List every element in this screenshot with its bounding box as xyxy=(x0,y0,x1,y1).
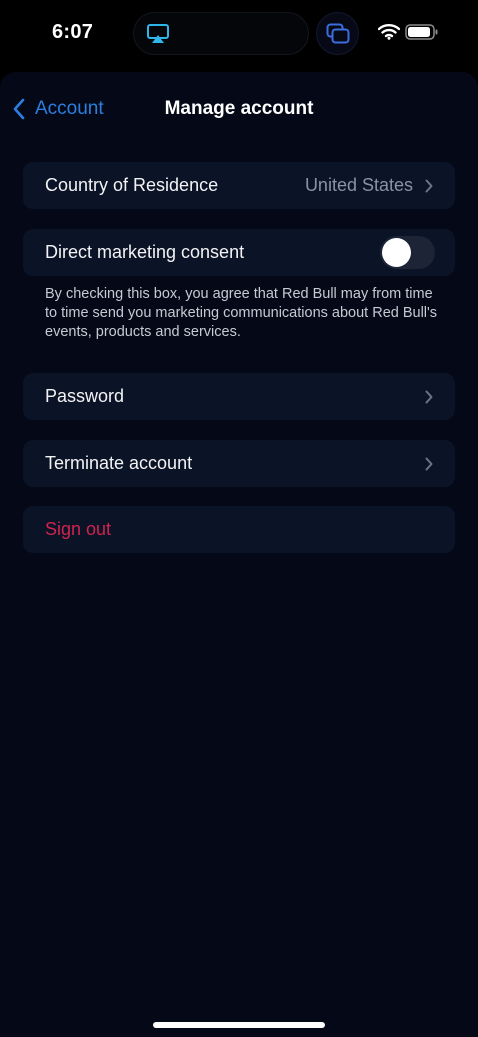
screen-share-icon xyxy=(326,23,350,44)
chevron-right-icon xyxy=(425,457,433,470)
sign-out-button[interactable]: Sign out xyxy=(23,506,455,553)
password-row[interactable]: Password xyxy=(23,373,455,420)
status-time: 6:07 xyxy=(52,21,94,43)
chevron-right-icon xyxy=(425,390,433,403)
terminate-account-label: Terminate account xyxy=(45,453,193,473)
marketing-consent-note: By checking this box, you agree that Red… xyxy=(45,286,438,340)
password-label: Password xyxy=(45,386,125,406)
toggle-knob xyxy=(382,238,411,267)
terminate-account-row[interactable]: Terminate account xyxy=(23,440,455,487)
page-title: Manage account xyxy=(164,98,314,119)
direct-marketing-consent-row: Direct marketing consent xyxy=(23,229,455,276)
country-label: Country of Residence xyxy=(45,175,219,195)
status-bar: 6:07 xyxy=(0,0,478,70)
country-value: United States xyxy=(304,175,413,195)
screen-share-button[interactable] xyxy=(316,12,359,55)
marketing-consent-label: Direct marketing consent xyxy=(45,242,245,262)
battery-icon xyxy=(405,24,438,40)
sign-out-label: Sign out xyxy=(45,519,112,539)
dynamic-island xyxy=(133,12,309,55)
marketing-consent-toggle[interactable] xyxy=(380,236,435,269)
home-indicator[interactable] xyxy=(153,1022,325,1028)
country-of-residence-row[interactable]: Country of Residence United States xyxy=(23,162,455,209)
airplay-icon xyxy=(147,24,169,43)
manage-account-sheet xyxy=(0,72,478,1037)
wifi-icon xyxy=(378,24,400,40)
chevron-right-icon xyxy=(425,179,433,192)
